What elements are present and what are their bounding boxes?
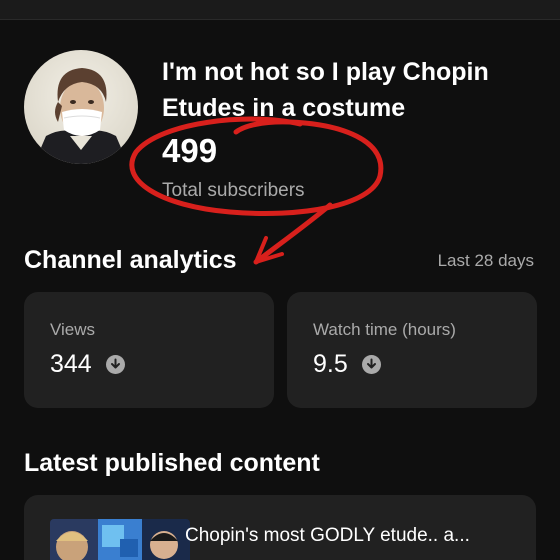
views-label: Views [50, 320, 96, 339]
watch-time-card[interactable]: Watch time (hours) 9.5 [287, 292, 537, 408]
latest-content-title: Latest published content [24, 449, 320, 477]
subscriber-label: Total subscribers [162, 180, 305, 201]
channel-name: I'm not hot so I play Chopin Etudes in a… [162, 58, 489, 122]
down-arrow-icon [105, 355, 125, 374]
channel-analytics-title: Channel analytics [24, 246, 237, 274]
down-arrow-icon [361, 355, 381, 374]
watch-time-value: 9.5 [313, 350, 348, 378]
video-thumbnail [50, 519, 190, 560]
watch-time-label: Watch time (hours) [313, 320, 456, 339]
watch-time-value-row: 9.5 [313, 350, 381, 379]
video-title: Chopin's most GODLY etude.. a... [185, 525, 470, 546]
avatar-portrait-image [24, 50, 138, 164]
subscriber-count: 499 [162, 132, 218, 169]
channel-avatar[interactable] [24, 50, 138, 164]
views-value: 344 [50, 350, 92, 378]
date-range-label[interactable]: Last 28 days [438, 251, 534, 271]
views-card[interactable]: Views 344 [24, 292, 274, 408]
top-bar [0, 0, 560, 20]
views-value-row: 344 [50, 350, 125, 379]
latest-video-card[interactable]: Chopin's most GODLY etude.. a... [24, 495, 536, 560]
